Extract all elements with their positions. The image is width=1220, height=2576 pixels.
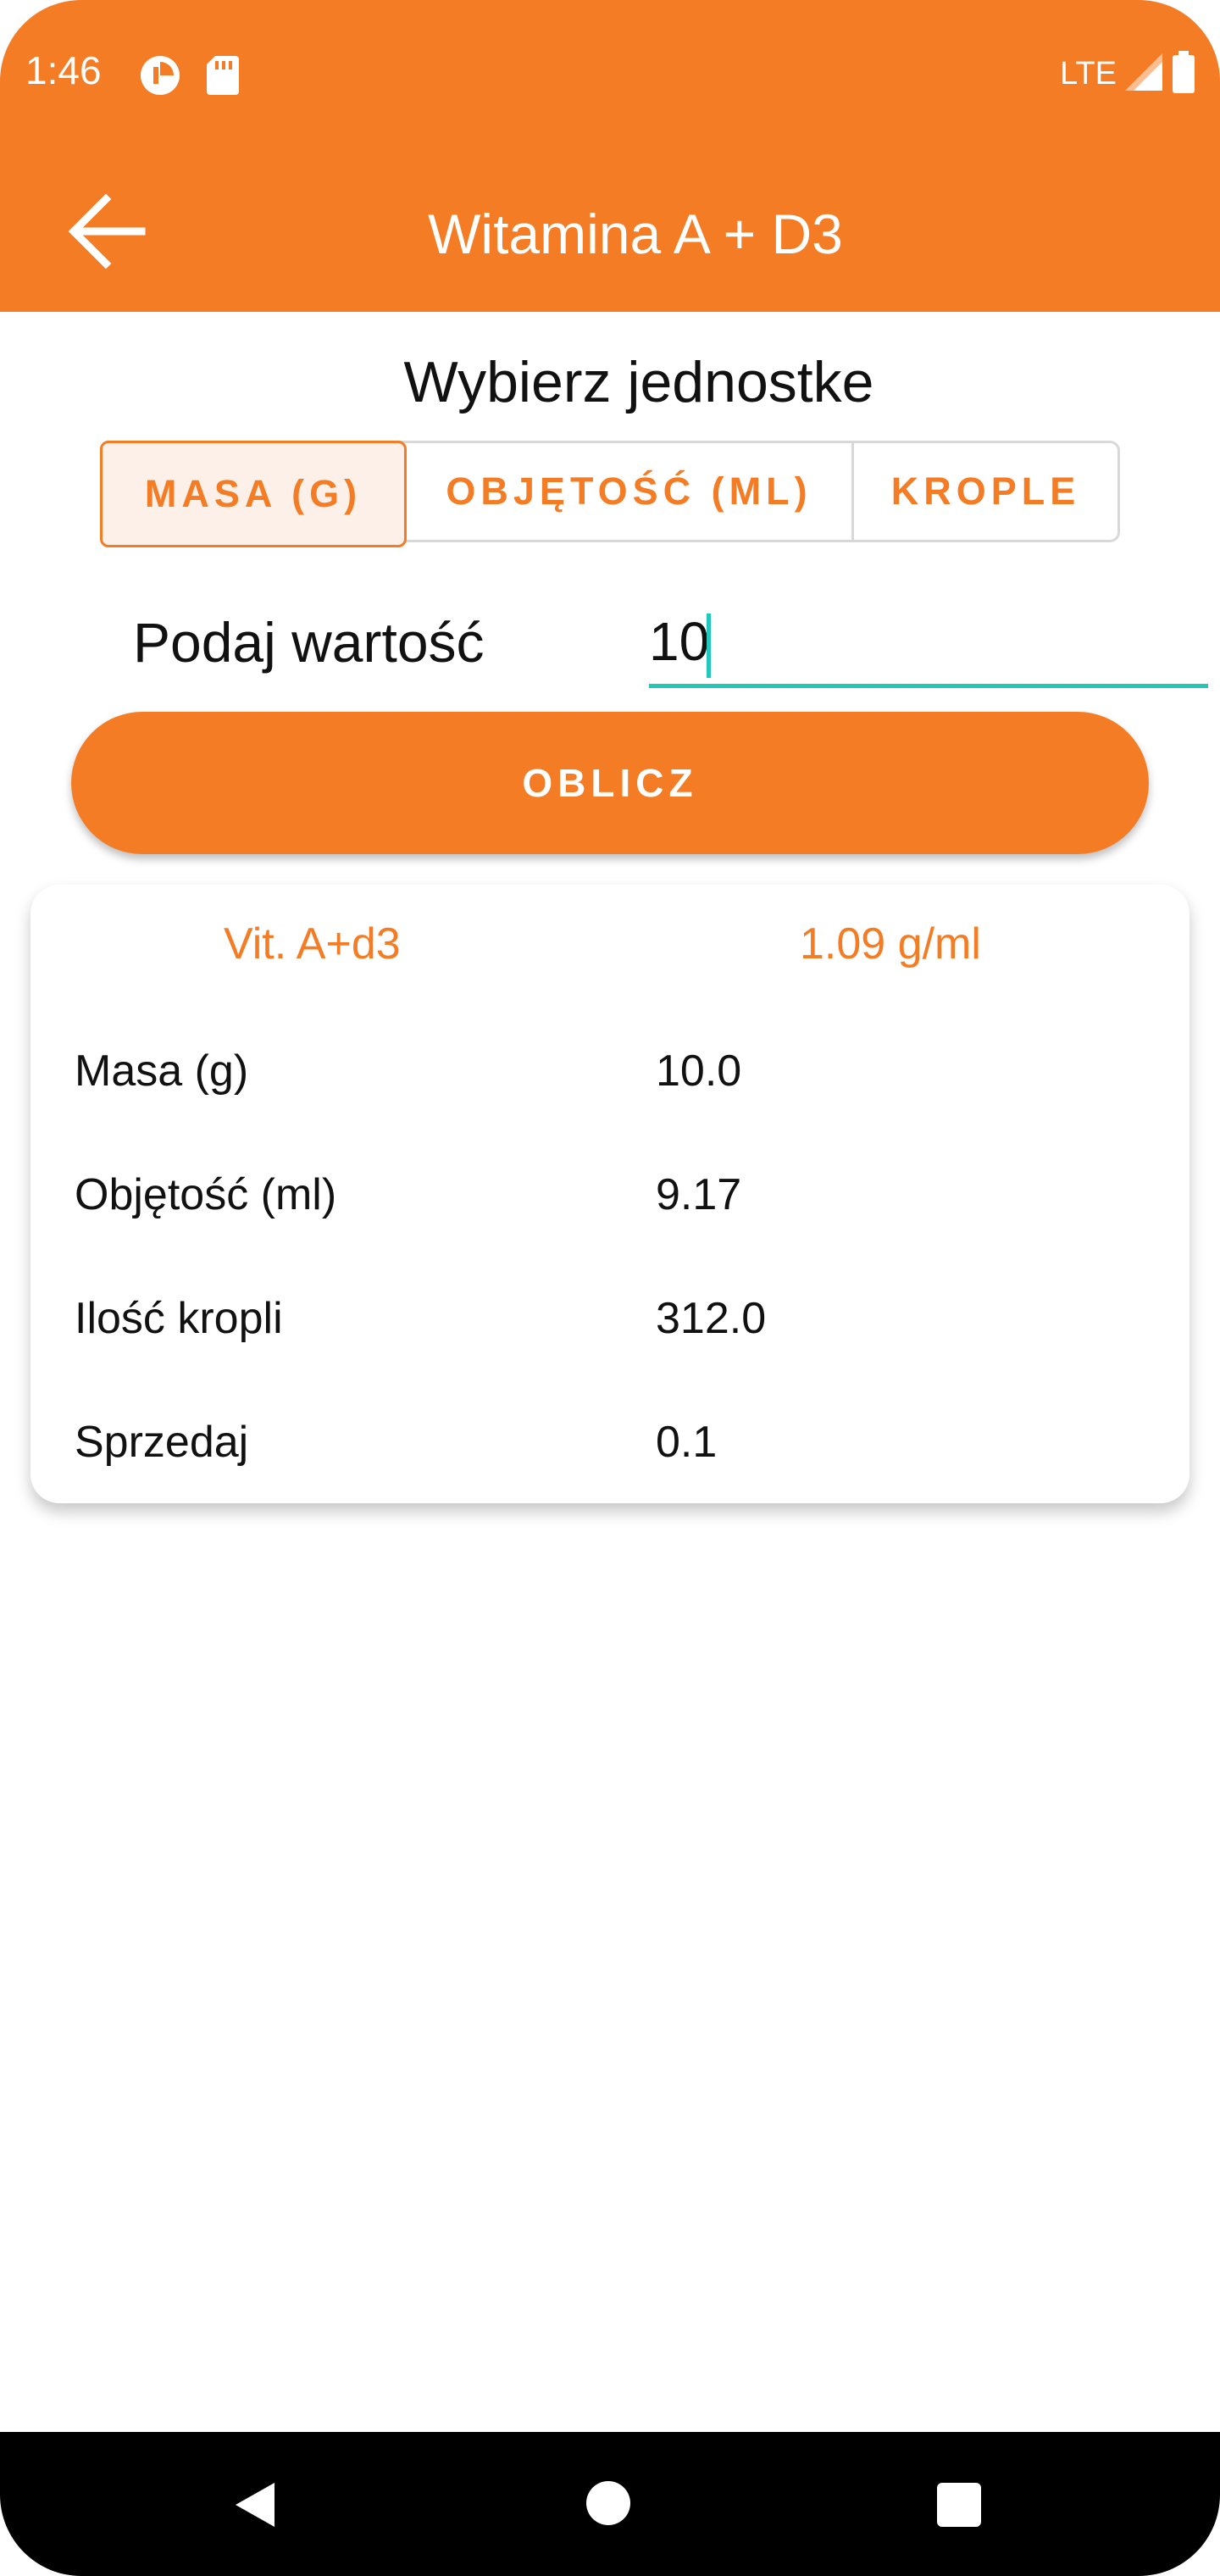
page-title: Witamina A + D3 [428,203,843,265]
network-type: LTE [1060,55,1117,92]
text-cursor [707,613,711,678]
screen: 1:46 LTE Witamina A + D3 Wybierz jednost… [0,0,1220,2576]
app-bar: Witamina A + D3 [0,144,1220,312]
battery-icon [1171,51,1196,97]
result-row-volume: Objętość (ml) 9.17 [30,1169,1190,1254]
signal-icon [1125,53,1162,94]
result-label: Ilość kropli [75,1294,283,1343]
result-row-mass: Masa (g) 10.0 [30,1046,1190,1130]
nav-recents-icon[interactable] [937,2483,981,2527]
result-card: Vit. A+d3 1.09 g/ml Masa (g) 10.0 Objęto… [30,885,1190,1503]
result-row-sell: Sprzedaj 0.1 [30,1417,1190,1502]
status-bar: 1:46 LTE [0,0,1220,144]
status-right: LTE [1060,51,1196,97]
result-value: 10.0 [656,1046,742,1096]
product-density: 1.09 g/ml [800,919,981,969]
unit-option-drops[interactable]: KROPLE [854,443,1117,540]
nav-back-icon[interactable] [230,2479,278,2534]
navigation-bar [0,2432,1220,2576]
result-value: 0.1 [656,1418,718,1467]
unit-selector: MASA (G) OBJĘTOŚĆ (ML) KROPLE [100,441,1120,547]
value-input[interactable]: 10 [649,603,1208,688]
unit-option-volume[interactable]: OBJĘTOŚĆ (ML) [407,443,854,540]
result-label: Masa (g) [75,1046,249,1096]
value-input-text: 10 [649,611,710,672]
nav-home-icon[interactable] [586,2481,630,2525]
status-icons-left [139,54,239,100]
sd-card-icon [207,56,239,98]
status-time: 1:46 [25,48,102,92]
result-value: 312.0 [656,1294,767,1343]
result-label: Objętość (ml) [75,1170,337,1219]
calculate-button[interactable]: OBLICZ [71,712,1149,854]
result-label: Sprzedaj [75,1418,249,1467]
unit-selector-title: Wybierz jednostke [403,350,874,414]
result-value: 9.17 [656,1170,742,1219]
value-input-label: Podaj wartość [133,611,485,674]
data-saver-icon [139,54,181,100]
result-row-drops: Ilość kropli 312.0 [30,1293,1190,1378]
product-name: Vit. A+d3 [224,919,401,969]
unit-option-mass[interactable]: MASA (G) [100,441,407,547]
